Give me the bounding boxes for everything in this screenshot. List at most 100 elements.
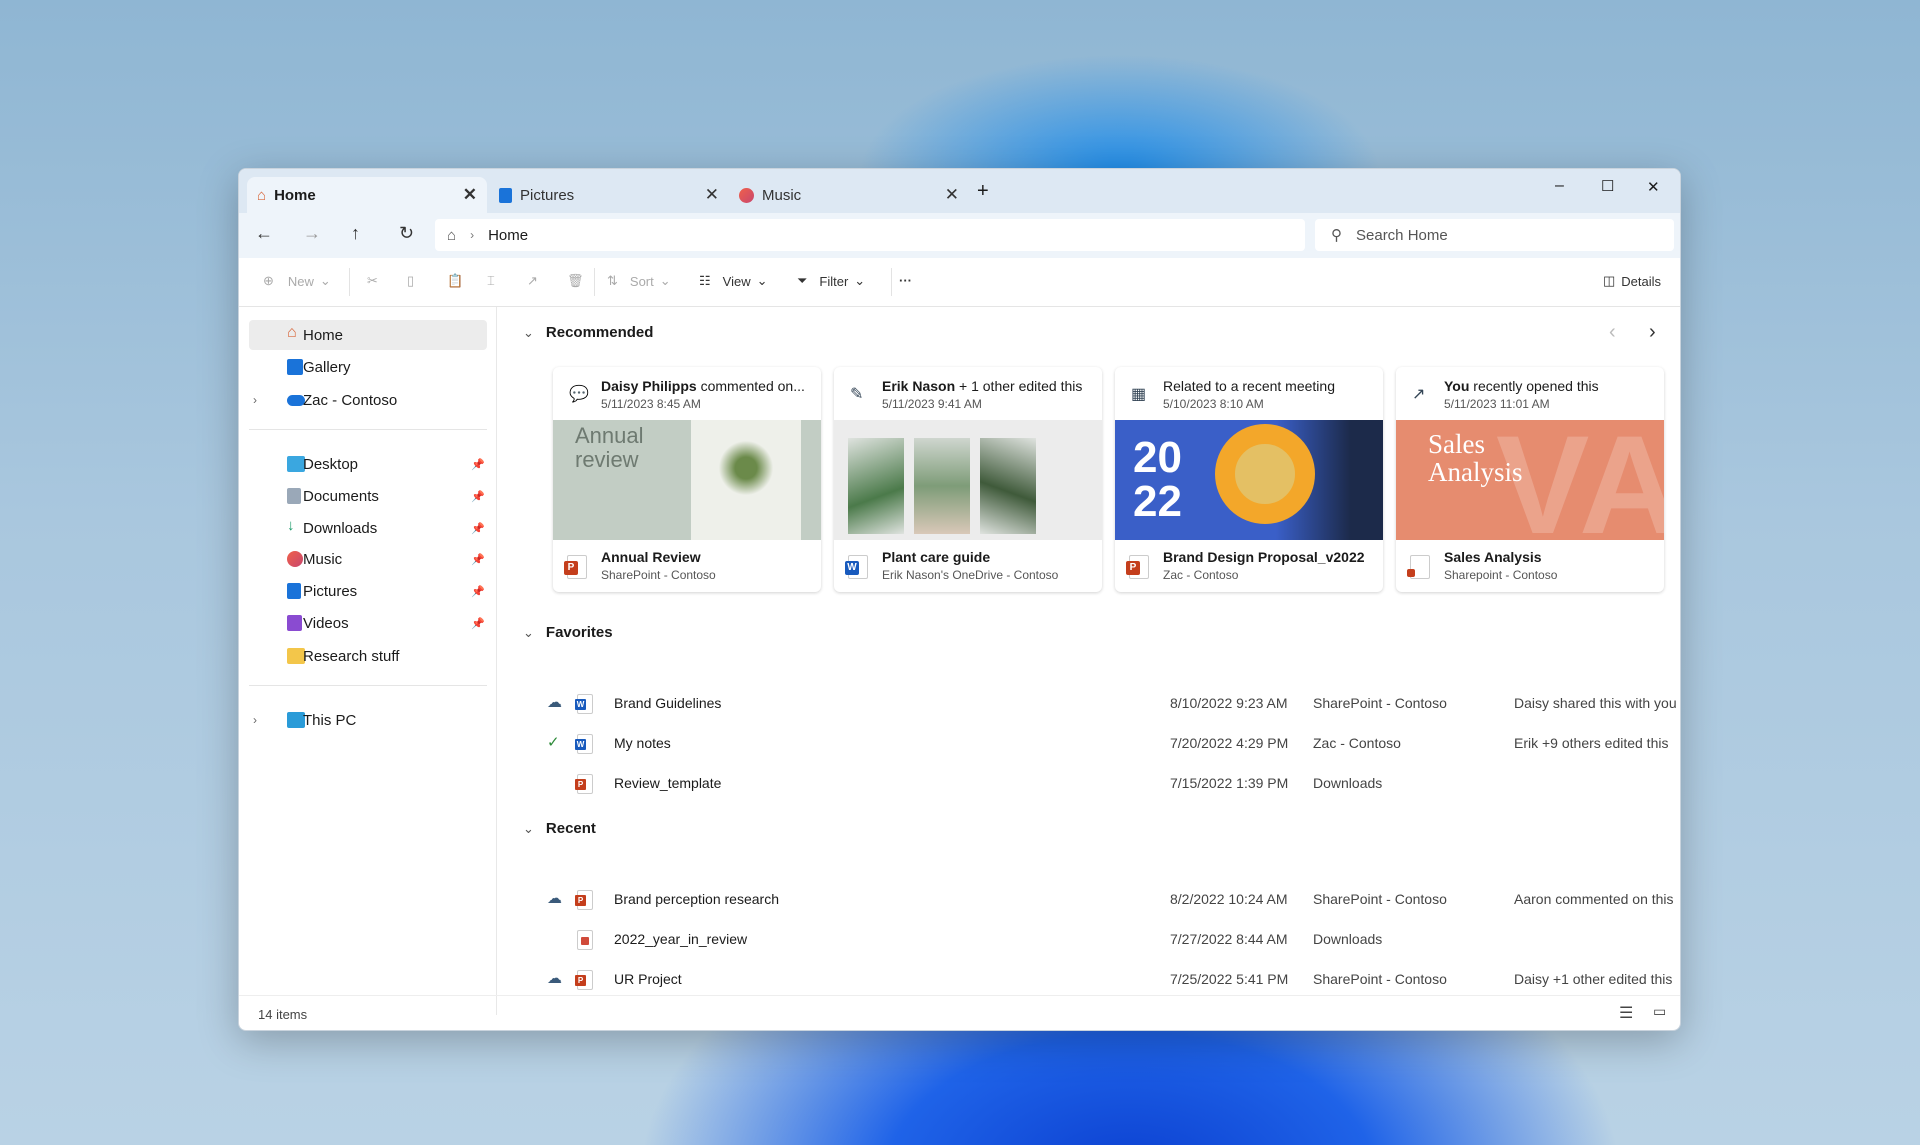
filter-button[interactable]: ⏷ Filter ⌄ [797,273,865,289]
close-tab-icon[interactable]: ✕ [945,185,959,205]
tab-label: Home [274,186,316,204]
favorites-row[interactable]: ☁ W Brand Guidelines 8/10/2022 9:23 AM S… [497,687,1677,721]
recommended-section-header[interactable]: ⌄ Recommended [523,324,653,341]
sidebar-item-gallery[interactable]: Gallery [249,352,487,382]
up-arrow-icon[interactable]: ↑ [351,223,360,244]
search-icon: ⚲ [1331,227,1342,244]
tab-music[interactable]: Music ✕ [729,177,969,213]
chevron-right-icon[interactable]: › [253,713,257,727]
chevron-down-icon: ⌄ [756,273,768,288]
details-button[interactable]: ◫ Details [1603,273,1661,289]
tiles-view-icon[interactable]: ▭ [1653,1003,1666,1020]
address-bar[interactable]: ⌂ › Home [435,219,1305,251]
synced-check-icon: ✓ [547,734,560,751]
recent-row[interactable]: 2022_year_in_review 7/27/2022 8:44 AM Do… [497,923,1647,957]
breadcrumb-home[interactable]: Home [488,227,528,244]
powerpoint-file-icon: P [1126,555,1149,579]
share-icon[interactable]: ↗ [527,273,538,289]
close-tab-icon[interactable]: ✕ [463,185,477,205]
file-name: Brand Guidelines [614,695,722,711]
favorites-section-header[interactable]: ⌄ Favorites [523,624,613,641]
search-input[interactable]: ⚲ Search Home [1315,219,1674,251]
pin-icon[interactable]: 📌 [471,490,485,503]
pin-icon[interactable]: 📌 [471,553,485,566]
new-tab-button[interactable]: + [977,180,989,203]
sidebar-item-desktop[interactable]: Desktop 📌 [249,449,487,479]
card-activity: Daisy Philipps commented on... [601,378,805,394]
minimize-button[interactable]: – [1555,177,1564,195]
favorites-row[interactable]: ✓ W My notes 7/20/2022 4:29 PM Zac - Con… [497,727,1668,761]
sidebar-item-zac-contoso[interactable]: › Zac - Contoso [249,385,487,415]
copy-icon[interactable]: ▯ [407,273,414,289]
more-options-button[interactable]: ··· [899,273,912,288]
cut-icon[interactable]: ✂ [367,273,378,289]
sidebar-item-research-stuff[interactable]: Research stuff [249,641,487,671]
chevron-down-icon: ⌄ [854,273,866,288]
recent-row[interactable]: ☁ P Brand perception research 8/2/2022 1… [497,883,1674,917]
tab-pictures[interactable]: Pictures ✕ [489,177,729,213]
details-view-icon[interactable]: ☰ [1619,1003,1633,1023]
close-window-button[interactable]: ✕ [1647,178,1660,196]
sidebar-item-pictures[interactable]: Pictures 📌 [249,576,487,606]
rename-icon[interactable]: ⌶ [487,273,495,289]
maximize-button[interactable]: ☐ [1601,177,1614,195]
recommended-card[interactable]: ▦ Related to a recent meeting 5/10/2023 … [1115,367,1383,592]
recommended-card[interactable]: 💬 Daisy Philipps commented on... 5/11/20… [553,367,821,592]
sidebar-item-documents[interactable]: Documents 📌 [249,481,487,511]
sidebar-item-this-pc[interactable]: › This PC [249,705,487,735]
previous-arrow-button[interactable]: ‹ [1609,321,1616,344]
close-tab-icon[interactable]: ✕ [705,185,719,205]
view-list-icon: ☷ [699,273,711,288]
back-arrow-icon[interactable]: ← [255,223,273,244]
next-arrow-button[interactable]: › [1649,321,1656,344]
view-button[interactable]: ☷ View ⌄ [699,273,768,289]
tab-label: Pictures [520,186,575,204]
sidebar-item-label: Videos [303,614,349,632]
paste-icon[interactable]: 📋 [447,273,463,289]
card-timestamp: 5/11/2023 9:41 AM [882,397,982,411]
navigation-pane: ⌂ Home Gallery › Zac - Contoso Desktop 📌 Do… [239,307,497,1015]
tab-home[interactable]: ⌂ Home ✕ [247,177,487,213]
chevron-right-icon[interactable]: › [253,393,257,407]
word-file-icon: W [575,694,593,714]
gallery-icon [287,359,303,375]
recent-row[interactable]: ☁ P UR Project 7/25/2022 5:41 PM SharePo… [497,963,1672,997]
pin-icon[interactable]: 📌 [471,585,485,598]
pin-icon[interactable]: 📌 [471,522,485,535]
file-location: Zac - Contoso [1313,735,1401,751]
recommended-card[interactable]: ✎ Erik Nason + 1 other edited this 5/11/… [834,367,1102,592]
sidebar-item-downloads[interactable]: ↓ Downloads 📌 [249,513,487,543]
card-action: commented on... [696,378,805,394]
chevron-down-icon[interactable]: ⌄ [523,625,534,641]
command-bar: ⊕ New ⌄ ✂ ▯ 📋 ⌶ ↗ 🗑 ⇅ Sort ⌄ ☷ View ⌄ ⏷ Filter ⌄… [239,258,1680,307]
favorites-row[interactable]: P Review_template 7/15/2022 1:39 PM Down… [497,767,1647,801]
sidebar-item-home[interactable]: ⌂ Home [249,320,487,350]
sidebar-item-music[interactable]: Music 📌 [249,544,487,574]
card-file-name: Sales Analysis [1444,549,1542,565]
chevron-down-icon[interactable]: ⌄ [523,325,534,341]
recent-section-header[interactable]: ⌄ Recent [523,820,596,837]
divider [594,268,595,296]
card-file-location: Erik Nason's OneDrive - Contoso [882,568,1059,582]
chevron-down-icon[interactable]: ⌄ [523,821,534,837]
sort-button[interactable]: ⇅ Sort ⌄ [607,273,671,289]
pin-icon[interactable]: 📌 [471,617,485,630]
card-user: You [1444,378,1470,394]
card-activity: Related to a recent meeting [1163,378,1335,394]
recommended-card[interactable]: ↗ You recently opened this 5/11/2023 11:… [1396,367,1664,592]
file-date: 7/27/2022 8:44 AM [1170,931,1288,947]
delete-icon[interactable]: 🗑 [567,273,584,289]
forward-arrow-icon[interactable]: → [303,223,321,244]
section-title: Recommended [545,324,654,341]
sort-icon: ⇅ [607,273,618,288]
sidebar-item-videos[interactable]: Videos 📌 [249,608,487,638]
card-file-name: Brand Design Proposal_v2022 [1163,549,1365,565]
file-name: My notes [614,735,671,751]
divider [249,429,487,430]
pin-icon[interactable]: 📌 [471,458,485,471]
pictures-icon [287,583,301,599]
new-button[interactable]: ⊕ New ⌄ [263,273,331,289]
sidebar-item-label: Music [303,550,343,568]
powerpoint-file-icon: P [564,555,587,579]
refresh-icon[interactable]: ↻ [399,223,414,244]
